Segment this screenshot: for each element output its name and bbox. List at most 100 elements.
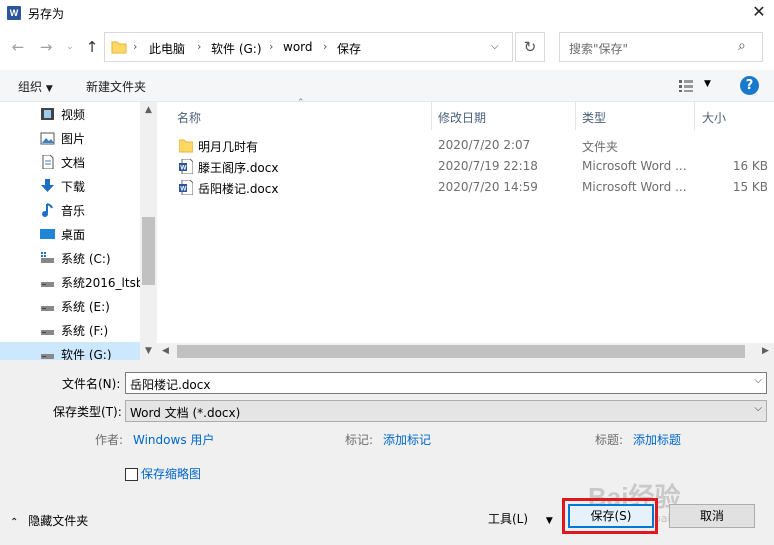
nav-item-label: 视频 bbox=[61, 108, 86, 122]
nav-item-documents[interactable]: 文档 bbox=[0, 150, 140, 174]
nav-item-videos[interactable]: 视频 bbox=[0, 102, 140, 126]
title-value[interactable]: 添加标题 bbox=[633, 431, 681, 448]
file-row[interactable]: 明月几时有 2020/7/20 2:07 文件夹 bbox=[167, 135, 774, 156]
breadcrumb-word[interactable]: word bbox=[283, 40, 313, 54]
nav-vertical-scrollbar[interactable]: ▲ ▼ bbox=[140, 102, 157, 360]
word-app-icon: W bbox=[7, 6, 21, 20]
tags-value[interactable]: 添加标记 bbox=[383, 431, 431, 448]
column-divider[interactable] bbox=[575, 102, 576, 130]
address-bar[interactable]: › 此电脑 › 软件 (G:) › word › 保存 ⌵ bbox=[104, 32, 513, 62]
organize-button[interactable]: 组织 ▼ bbox=[18, 78, 53, 95]
up-arrow-icon[interactable]: ↑ bbox=[82, 37, 102, 57]
nav-item-drive-e[interactable]: 系统 (E:) bbox=[0, 294, 140, 318]
breadcrumb-save-folder[interactable]: 保存 bbox=[337, 40, 361, 57]
scroll-right-icon[interactable]: ▶ bbox=[757, 343, 774, 360]
filetype-label: 保存类型(T): bbox=[53, 405, 122, 419]
file-name: 岳阳楼记.docx bbox=[198, 182, 279, 196]
author-value[interactable]: Windows 用户 bbox=[133, 431, 214, 448]
file-size: 16 KB bbox=[732, 159, 768, 173]
chevron-down-icon[interactable]: ⌵ bbox=[754, 403, 762, 414]
file-type: Microsoft Word ... bbox=[582, 159, 687, 173]
hide-folders-label: 隐藏文件夹 bbox=[28, 514, 89, 528]
hide-folders-toggle[interactable]: ⌃ 隐藏文件夹 bbox=[10, 512, 88, 529]
column-divider[interactable] bbox=[431, 102, 432, 130]
video-icon bbox=[41, 108, 54, 120]
nav-item-label: 软件 (G:) bbox=[61, 348, 112, 360]
nav-item-drive-f[interactable]: 系统 (F:) bbox=[0, 318, 140, 342]
breadcrumb-separator-icon: › bbox=[133, 40, 138, 53]
organize-label: 组织 bbox=[18, 80, 43, 94]
file-name: 明月几时有 bbox=[198, 140, 259, 154]
nav-item-pictures[interactable]: 图片 bbox=[0, 126, 140, 150]
tools-dropdown[interactable]: 工具(L) ▼ bbox=[488, 510, 553, 527]
file-date: 2020/7/20 14:59 bbox=[438, 180, 538, 194]
drive-icon bbox=[41, 252, 54, 263]
view-dropdown-icon[interactable]: ▼ bbox=[704, 79, 711, 89]
scroll-left-icon[interactable]: ◀ bbox=[157, 343, 174, 360]
file-row[interactable]: W 岳阳楼记.docx 2020/7/20 14:59 Microsoft Wo… bbox=[167, 177, 774, 198]
save-thumbnail-checkbox[interactable] bbox=[125, 468, 138, 481]
word-doc-icon: W bbox=[179, 159, 193, 174]
file-list-header: ⌃ 名称 修改日期 类型 大小 bbox=[167, 98, 774, 130]
folder-icon bbox=[111, 41, 127, 54]
search-input[interactable]: 搜索"保存" ⌕ bbox=[559, 32, 763, 62]
breadcrumb-this-pc[interactable]: 此电脑 bbox=[149, 40, 185, 57]
pictures-icon bbox=[40, 132, 55, 145]
author-label: 作者: bbox=[95, 433, 124, 447]
folder-icon bbox=[179, 139, 193, 153]
chevron-down-icon: ▼ bbox=[45, 84, 53, 94]
breadcrumb-drive-g[interactable]: 软件 (G:) bbox=[211, 40, 262, 57]
recent-locations-chevron-icon[interactable]: ⌄ bbox=[60, 37, 80, 57]
nav-item-music[interactable]: 音乐 bbox=[0, 198, 140, 222]
close-icon[interactable]: ✕ bbox=[748, 2, 770, 22]
tools-label: 工具(L) bbox=[488, 512, 529, 526]
filename-label: 文件名(N): bbox=[62, 377, 121, 391]
tags-label: 标记: bbox=[345, 433, 374, 447]
help-icon[interactable]: ? bbox=[740, 76, 759, 95]
scrollbar-thumb[interactable] bbox=[142, 217, 155, 285]
column-divider[interactable] bbox=[694, 102, 695, 130]
nav-item-label: 系统 (C:) bbox=[61, 252, 111, 266]
address-dropdown-icon[interactable]: ⌵ bbox=[491, 41, 499, 52]
scroll-up-icon[interactable]: ▲ bbox=[140, 102, 157, 119]
refresh-icon[interactable]: ↻ bbox=[515, 32, 545, 62]
column-type[interactable]: 类型 bbox=[582, 109, 606, 126]
back-arrow-icon[interactable]: ← bbox=[8, 37, 28, 57]
drive-icon bbox=[41, 354, 54, 359]
nav-item-downloads[interactable]: 下载 bbox=[0, 174, 140, 198]
column-name[interactable]: 名称 bbox=[177, 109, 201, 126]
chevron-down-icon[interactable]: ⌵ bbox=[754, 375, 762, 386]
navigation-pane: 视频 图片 文档 下载 音乐 桌面 系统 (C:) 系统2016_ltsb 系统… bbox=[0, 102, 157, 360]
nav-item-label: 下载 bbox=[61, 180, 86, 194]
cancel-button[interactable]: 取消 bbox=[669, 504, 755, 528]
save-thumbnail-label[interactable]: 保存缩略图 bbox=[141, 465, 201, 482]
file-row[interactable]: W 滕王阁序.docx 2020/7/19 22:18 Microsoft Wo… bbox=[167, 156, 774, 177]
scroll-down-icon[interactable]: ▼ bbox=[140, 343, 157, 360]
filetype-select[interactable]: Word 文档 (*.docx) ⌵ bbox=[125, 400, 767, 422]
new-folder-button[interactable]: 新建文件夹 bbox=[86, 78, 146, 95]
forward-arrow-icon[interactable]: → bbox=[36, 37, 56, 57]
search-icon: ⌕ bbox=[738, 38, 746, 54]
search-placeholder: 搜索"保存" bbox=[569, 42, 629, 56]
file-type: 文件夹 bbox=[582, 140, 619, 154]
filename-input[interactable]: 岳阳楼记.docx ⌵ bbox=[125, 372, 767, 394]
nav-item-drive-ltsb[interactable]: 系统2016_ltsb bbox=[0, 270, 144, 294]
nav-item-drive-g[interactable]: 软件 (G:) bbox=[0, 342, 140, 360]
title-bar: W 另存为 ✕ bbox=[0, 0, 774, 26]
nav-item-desktop[interactable]: 桌面 bbox=[0, 222, 140, 246]
file-date: 2020/7/19 22:18 bbox=[438, 159, 538, 173]
file-list-horizontal-scrollbar[interactable]: ◀ ▶ bbox=[157, 343, 774, 360]
file-name: 滕王阁序.docx bbox=[198, 161, 279, 175]
file-date: 2020/7/20 2:07 bbox=[438, 138, 531, 152]
nav-item-label: 系统 (F:) bbox=[61, 324, 109, 338]
view-options-icon[interactable] bbox=[679, 80, 693, 92]
breadcrumb-separator-icon: › bbox=[323, 40, 328, 53]
nav-item-label: 系统2016_ltsb bbox=[61, 276, 144, 290]
nav-item-drive-c[interactable]: 系统 (C:) bbox=[0, 246, 140, 270]
nav-item-label: 图片 bbox=[61, 132, 86, 146]
column-size[interactable]: 大小 bbox=[702, 109, 726, 126]
column-date[interactable]: 修改日期 bbox=[438, 109, 486, 126]
nav-item-label: 系统 (E:) bbox=[61, 300, 110, 314]
drive-icon bbox=[41, 330, 54, 335]
scrollbar-thumb[interactable] bbox=[177, 345, 745, 358]
